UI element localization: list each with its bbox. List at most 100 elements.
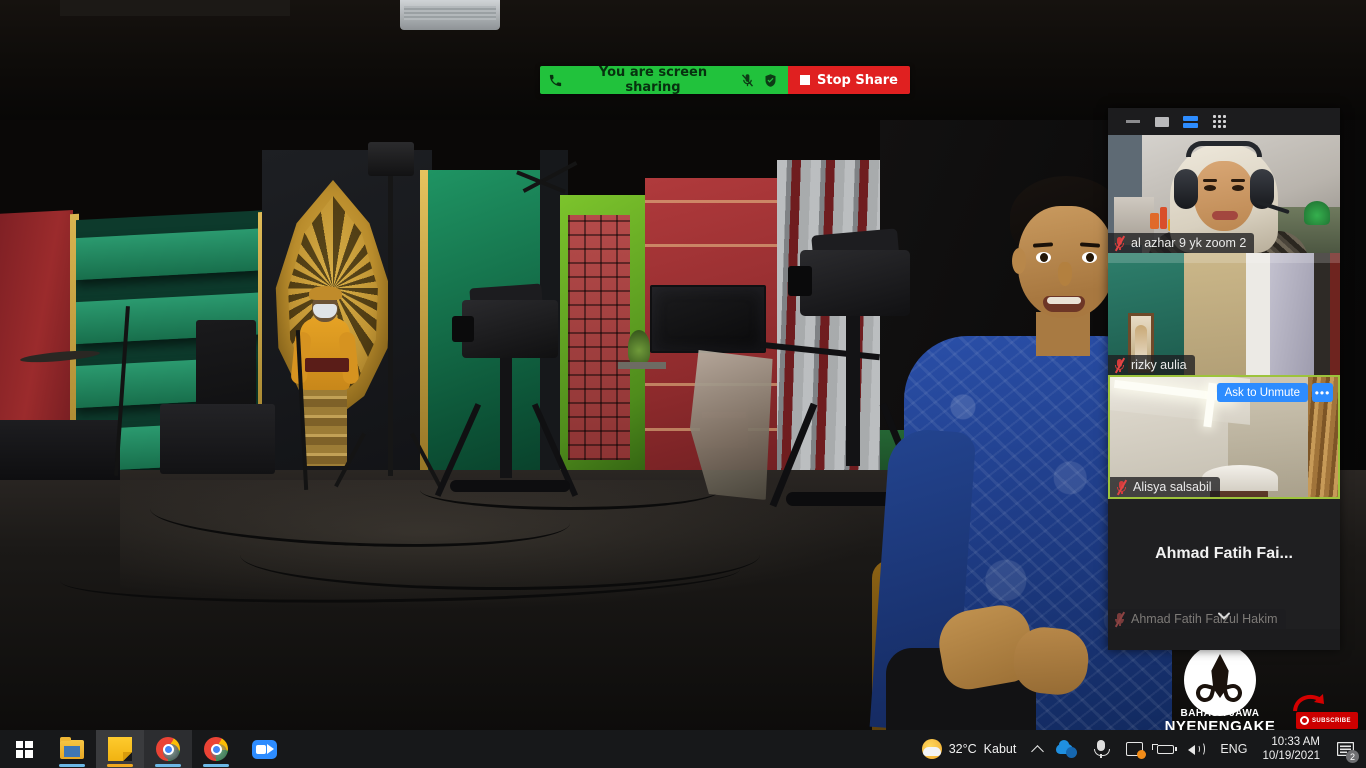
studio-monitor <box>650 285 766 353</box>
studio-light-pole <box>388 176 393 476</box>
speaker-view-button[interactable] <box>1176 111 1205 133</box>
language-indicator[interactable]: ENG <box>1213 730 1254 768</box>
stop-square-icon <box>800 75 811 85</box>
participant-name: Alisya salsabil <box>1133 480 1212 494</box>
subscribe-label: SUBSCRIBE <box>1312 717 1351 724</box>
running-indicator <box>107 764 133 767</box>
weather-sun-cloud-icon <box>921 739 942 759</box>
volume-button[interactable] <box>1181 730 1213 768</box>
ask-to-unmute-button[interactable]: Ask to Unmute <box>1216 383 1308 402</box>
running-indicator <box>155 764 181 767</box>
participant-name-badge: Alisya salsabil <box>1110 477 1220 497</box>
camera-pedestal <box>846 316 860 466</box>
windows-logo-icon <box>15 740 33 758</box>
display-icon <box>1126 742 1147 759</box>
equipment-case <box>160 404 275 474</box>
performer-prop <box>305 358 349 372</box>
minimize-icon <box>1125 120 1140 123</box>
stop-share-label: Stop Share <box>817 72 898 88</box>
clock[interactable]: 10:33 AM 10/19/2021 <box>1254 730 1328 768</box>
zoom-button[interactable] <box>240 730 288 768</box>
subscribe-record-icon <box>1300 716 1309 725</box>
watermark-line-2: NYENENGAKE <box>1164 718 1276 730</box>
clock-date: 10/19/2021 <box>1262 750 1320 762</box>
equipment-case <box>0 420 120 480</box>
start-button[interactable] <box>0 730 48 768</box>
phone-icon <box>540 73 570 88</box>
running-indicator <box>59 764 85 767</box>
sticky-notes-button[interactable] <box>96 730 144 768</box>
chrome-button-2[interactable] <box>192 730 240 768</box>
participant-tile[interactable]: rizky aulia <box>1108 253 1340 375</box>
clock-time: 10:33 AM <box>1271 736 1320 748</box>
chevron-down-icon[interactable] <box>1216 608 1232 624</box>
microphone-tray-button[interactable] <box>1083 730 1119 768</box>
minimize-button[interactable] <box>1118 111 1147 133</box>
maximize-icon <box>1154 116 1169 127</box>
performer-face-mask <box>313 304 337 318</box>
onedrive-button[interactable] <box>1049 730 1083 768</box>
set-panel-striped <box>777 160 887 520</box>
maximize-button[interactable] <box>1147 111 1176 133</box>
participant-name: al azhar 9 yk zoom 2 <box>1131 236 1247 250</box>
studio-camera-1-lens <box>452 316 474 342</box>
security-shield-icon[interactable] <box>763 73 778 88</box>
camera-dolly <box>450 480 570 492</box>
participant-tile[interactable]: al azhar 9 yk zoom 2 <box>1108 135 1340 253</box>
participant-tile-no-video[interactable]: Ahmad Fatih Fai... Ahmad Fatih Faizul Ha… <box>1108 499 1340 629</box>
microphone-muted-icon <box>1115 479 1128 496</box>
studio-camera-1 <box>462 300 558 358</box>
weather-temperature: 32°C <box>948 742 977 756</box>
zoom-camera-icon <box>251 739 277 759</box>
sticky-note-icon <box>108 737 132 761</box>
weather-condition: Kabut <box>983 742 1017 756</box>
microphone-muted-icon[interactable] <box>740 73 755 88</box>
participant-display-name: Ahmad Fatih Fai... <box>1155 545 1293 562</box>
show-hidden-icons-button[interactable] <box>1026 730 1049 768</box>
speaker-ear <box>1012 248 1026 274</box>
studio-camera-2-lens <box>788 266 812 296</box>
zoom-panel-titlebar[interactable] <box>1108 108 1340 135</box>
battery-button[interactable] <box>1150 730 1181 768</box>
file-explorer-button[interactable] <box>48 730 96 768</box>
speaker-view-icon <box>1183 115 1198 128</box>
chrome-button-1[interactable] <box>144 730 192 768</box>
participant-name-badge: al azhar 9 yk zoom 2 <box>1108 233 1255 253</box>
system-tray: 32°C Kabut ENG 10:33 AM 10/19/2021 2 <box>916 730 1366 768</box>
display-settings-button[interactable] <box>1119 730 1150 768</box>
speaker-teeth <box>1047 297 1081 304</box>
microphone-icon <box>1090 739 1112 759</box>
microphone-muted-icon <box>1113 357 1126 374</box>
speaker-neck <box>1036 312 1090 356</box>
gallery-view-button[interactable] <box>1205 111 1234 133</box>
chrome-icon <box>156 737 180 761</box>
folder-icon <box>60 736 84 759</box>
gallery-view-icon <box>1212 114 1227 129</box>
subscribe-button[interactable]: SUBSCRIBE <box>1296 712 1358 729</box>
screen-root: BAHASA JAWA NYENENGAKE SUBSCRIBE You are… <box>0 0 1366 768</box>
participant-name: Ahmad Fatih Faizul Hakim <box>1131 612 1278 626</box>
screen-share-bar: You are screen sharing Stop Share <box>540 66 910 94</box>
stop-share-button[interactable]: Stop Share <box>788 66 910 94</box>
channel-watermark: BAHASA JAWA NYENENGAKE <box>1158 644 1282 730</box>
windows-taskbar: 32°C Kabut ENG 10:33 AM 10/19/2021 2 <box>0 730 1366 768</box>
weather-widget[interactable]: 32°C Kabut <box>916 739 1027 759</box>
set-brick-panel <box>568 215 630 460</box>
running-indicator <box>203 764 229 767</box>
microphone-muted-icon <box>1113 235 1126 252</box>
speaker-eye <box>1082 252 1097 263</box>
notification-center-button[interactable]: 2 <box>1328 730 1362 768</box>
taskbar-apps <box>0 730 288 768</box>
zoom-participant-panel: al azhar 9 yk zoom 2 rizky aulia Ask to … <box>1108 108 1340 650</box>
microphone-muted-icon <box>1113 611 1126 628</box>
speaker-eye <box>1036 252 1051 263</box>
camera-pedestal <box>500 358 512 478</box>
chrome-icon <box>204 737 228 761</box>
more-options-button[interactable]: ••• <box>1312 383 1333 402</box>
share-status-text: You are screen sharing <box>598 66 708 94</box>
battery-icon <box>1152 743 1178 754</box>
studio-light-head <box>368 142 414 176</box>
participant-tile-active-speaker[interactable]: Ask to Unmute ••• Alisya salsabil <box>1108 375 1340 499</box>
share-bar-icons <box>736 73 788 88</box>
studio-camera-2 <box>800 250 910 316</box>
